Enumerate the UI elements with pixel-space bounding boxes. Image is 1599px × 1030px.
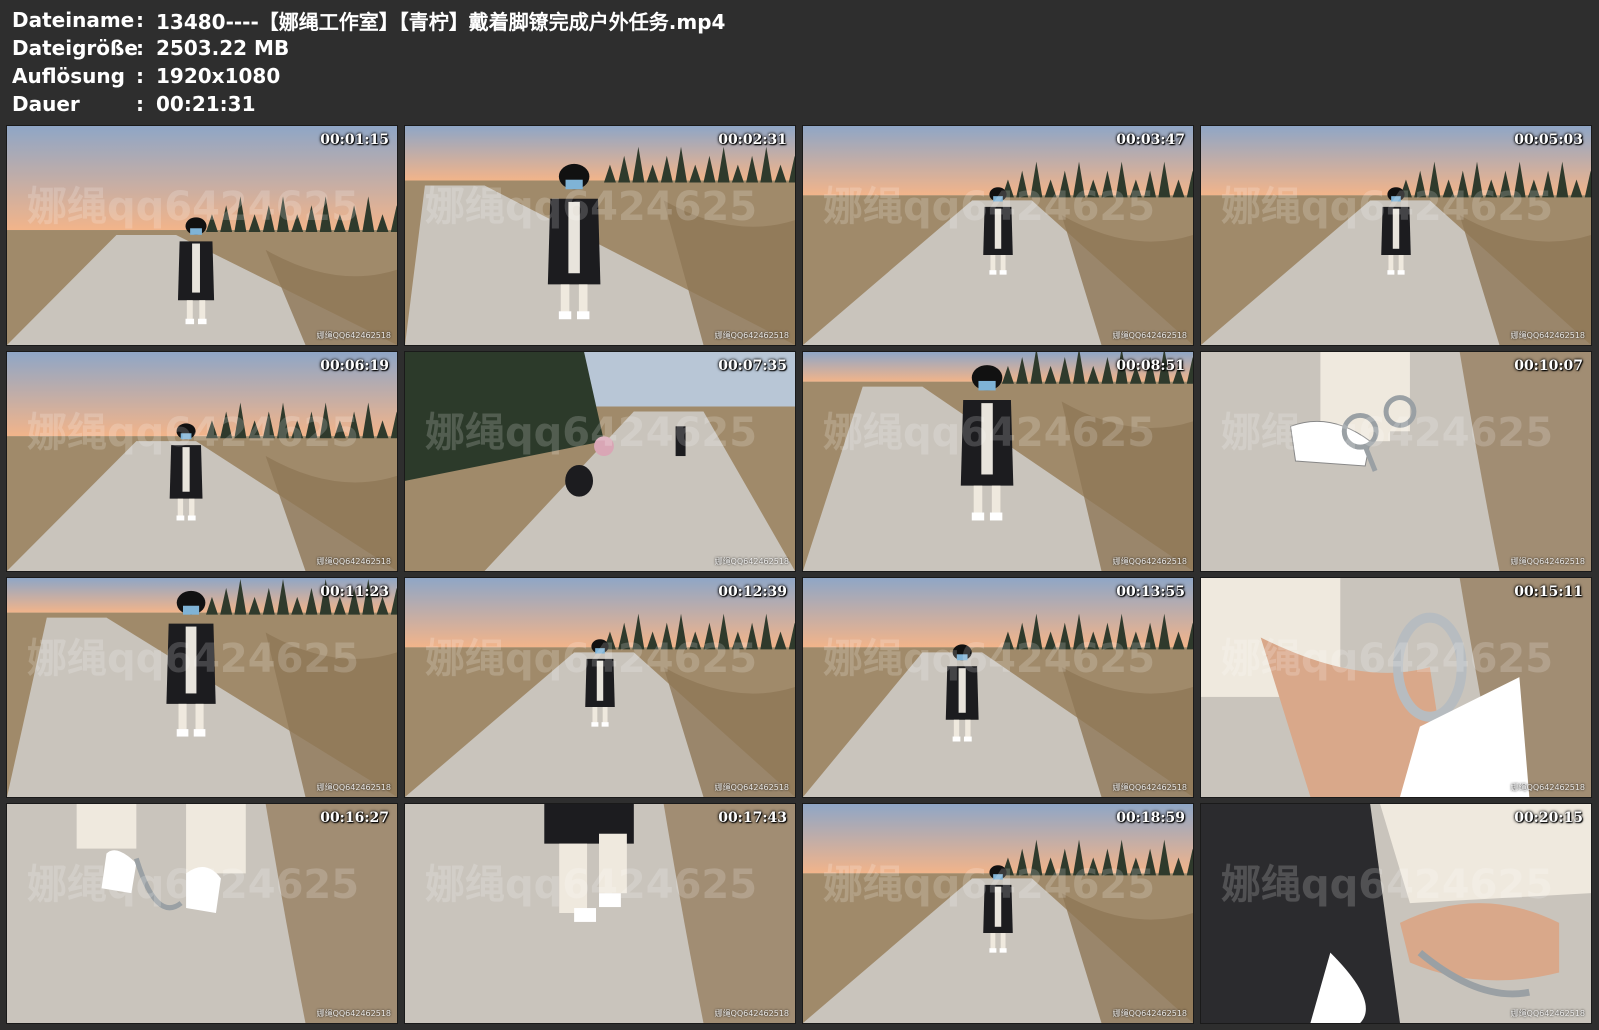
- info-label: Dauer: [12, 92, 80, 116]
- info-label: Auflösung: [12, 64, 125, 88]
- frame-timestamp: 00:15:11: [1514, 584, 1583, 600]
- frame-timestamp: 00:05:03: [1514, 132, 1583, 148]
- frame-corner-watermark: 娜绳QQ642462518: [1112, 557, 1187, 566]
- info-value: 1920x1080: [156, 64, 281, 88]
- video-frame-thumbnail[interactable]: 娜绳qq642462500:07:35娜绳QQ642462518: [404, 351, 796, 572]
- frame-corner-watermark: 娜绳QQ642462518: [1510, 783, 1585, 792]
- frame-timestamp: 00:20:15: [1514, 810, 1583, 826]
- video-frame-thumbnail[interactable]: 娜绳qq642462500:13:55娜绳QQ642462518: [802, 577, 1194, 798]
- thumbnail-grid: 娜绳qq642462500:01:15娜绳QQ642462518 娜绳qq642…: [6, 125, 1592, 1024]
- frame-corner-watermark: 娜绳QQ642462518: [714, 331, 789, 340]
- frame-timestamp: 00:10:07: [1514, 358, 1583, 374]
- video-frame-thumbnail[interactable]: 娜绳qq642462500:11:23娜绳QQ642462518: [6, 577, 398, 798]
- video-frame-thumbnail[interactable]: 娜绳qq642462500:10:07娜绳QQ642462518: [1200, 351, 1592, 572]
- frame-corner-watermark: 娜绳QQ642462518: [316, 783, 391, 792]
- video-frame-thumbnail[interactable]: 娜绳qq642462500:06:19娜绳QQ642462518: [6, 351, 398, 572]
- video-frame-thumbnail[interactable]: 娜绳qq642462500:16:27娜绳QQ642462518: [6, 803, 398, 1024]
- frame-timestamp: 00:07:35: [718, 358, 787, 374]
- frame-corner-watermark: 娜绳QQ642462518: [1510, 557, 1585, 566]
- info-row-auflösung: Auflösung:1920x1080: [12, 62, 725, 90]
- frame-timestamp: 00:08:51: [1116, 358, 1185, 374]
- frame-timestamp: 00:12:39: [718, 584, 787, 600]
- frame-corner-watermark: 娜绳QQ642462518: [714, 1009, 789, 1018]
- info-label: Dateiname: [12, 8, 135, 32]
- video-frame-thumbnail[interactable]: 娜绳qq642462500:20:15娜绳QQ642462518: [1200, 803, 1592, 1024]
- info-separator: :: [136, 64, 144, 88]
- info-row-dateigröße: Dateigröße:2503.22 MB: [12, 34, 725, 62]
- frame-corner-watermark: 娜绳QQ642462518: [316, 1009, 391, 1018]
- frame-corner-watermark: 娜绳QQ642462518: [316, 557, 391, 566]
- frame-corner-watermark: 娜绳QQ642462518: [1112, 1009, 1187, 1018]
- info-separator: :: [136, 92, 144, 116]
- info-separator: :: [136, 36, 144, 60]
- video-frame-thumbnail[interactable]: 娜绳qq642462500:05:03娜绳QQ642462518: [1200, 125, 1592, 346]
- file-info-panel: Dateiname:13480----【娜绳工作室】【青柠】戴着脚镣完成户外任务…: [12, 6, 725, 118]
- info-row-dateiname: Dateiname:13480----【娜绳工作室】【青柠】戴着脚镣完成户外任务…: [12, 6, 725, 34]
- video-frame-thumbnail[interactable]: 娜绳qq642462500:18:59娜绳QQ642462518: [802, 803, 1194, 1024]
- info-value: 00:21:31: [156, 92, 256, 116]
- info-separator: :: [136, 8, 144, 32]
- video-frame-thumbnail[interactable]: 娜绳qq642462500:03:47娜绳QQ642462518: [802, 125, 1194, 346]
- frame-timestamp: 00:17:43: [718, 810, 787, 826]
- video-frame-thumbnail[interactable]: 娜绳qq642462500:12:39娜绳QQ642462518: [404, 577, 796, 798]
- frame-corner-watermark: 娜绳QQ642462518: [1112, 331, 1187, 340]
- video-frame-thumbnail[interactable]: 娜绳qq642462500:02:31娜绳QQ642462518: [404, 125, 796, 346]
- frame-timestamp: 00:02:31: [718, 132, 787, 148]
- frame-corner-watermark: 娜绳QQ642462518: [714, 783, 789, 792]
- video-frame-thumbnail[interactable]: 娜绳qq642462500:15:11娜绳QQ642462518: [1200, 577, 1592, 798]
- frame-timestamp: 00:11:23: [320, 584, 389, 600]
- frame-corner-watermark: 娜绳QQ642462518: [1510, 1009, 1585, 1018]
- video-frame-thumbnail[interactable]: 娜绳qq642462500:08:51娜绳QQ642462518: [802, 351, 1194, 572]
- info-label: Dateigröße: [12, 36, 138, 60]
- info-value: 13480----【娜绳工作室】【青柠】戴着脚镣完成户外任务.mp4: [156, 9, 726, 34]
- frame-timestamp: 00:18:59: [1116, 810, 1185, 826]
- frame-timestamp: 00:06:19: [320, 358, 389, 374]
- frame-corner-watermark: 娜绳QQ642462518: [316, 331, 391, 340]
- video-frame-thumbnail[interactable]: 娜绳qq642462500:17:43娜绳QQ642462518: [404, 803, 796, 1024]
- frame-timestamp: 00:13:55: [1116, 584, 1185, 600]
- frame-corner-watermark: 娜绳QQ642462518: [714, 557, 789, 566]
- frame-timestamp: 00:16:27: [320, 810, 389, 826]
- video-frame-thumbnail[interactable]: 娜绳qq642462500:01:15娜绳QQ642462518: [6, 125, 398, 346]
- frame-timestamp: 00:03:47: [1116, 132, 1185, 148]
- info-row-dauer: Dauer:00:21:31: [12, 90, 725, 118]
- frame-timestamp: 00:01:15: [320, 132, 389, 148]
- frame-corner-watermark: 娜绳QQ642462518: [1112, 783, 1187, 792]
- frame-corner-watermark: 娜绳QQ642462518: [1510, 331, 1585, 340]
- info-value: 2503.22 MB: [156, 36, 290, 60]
